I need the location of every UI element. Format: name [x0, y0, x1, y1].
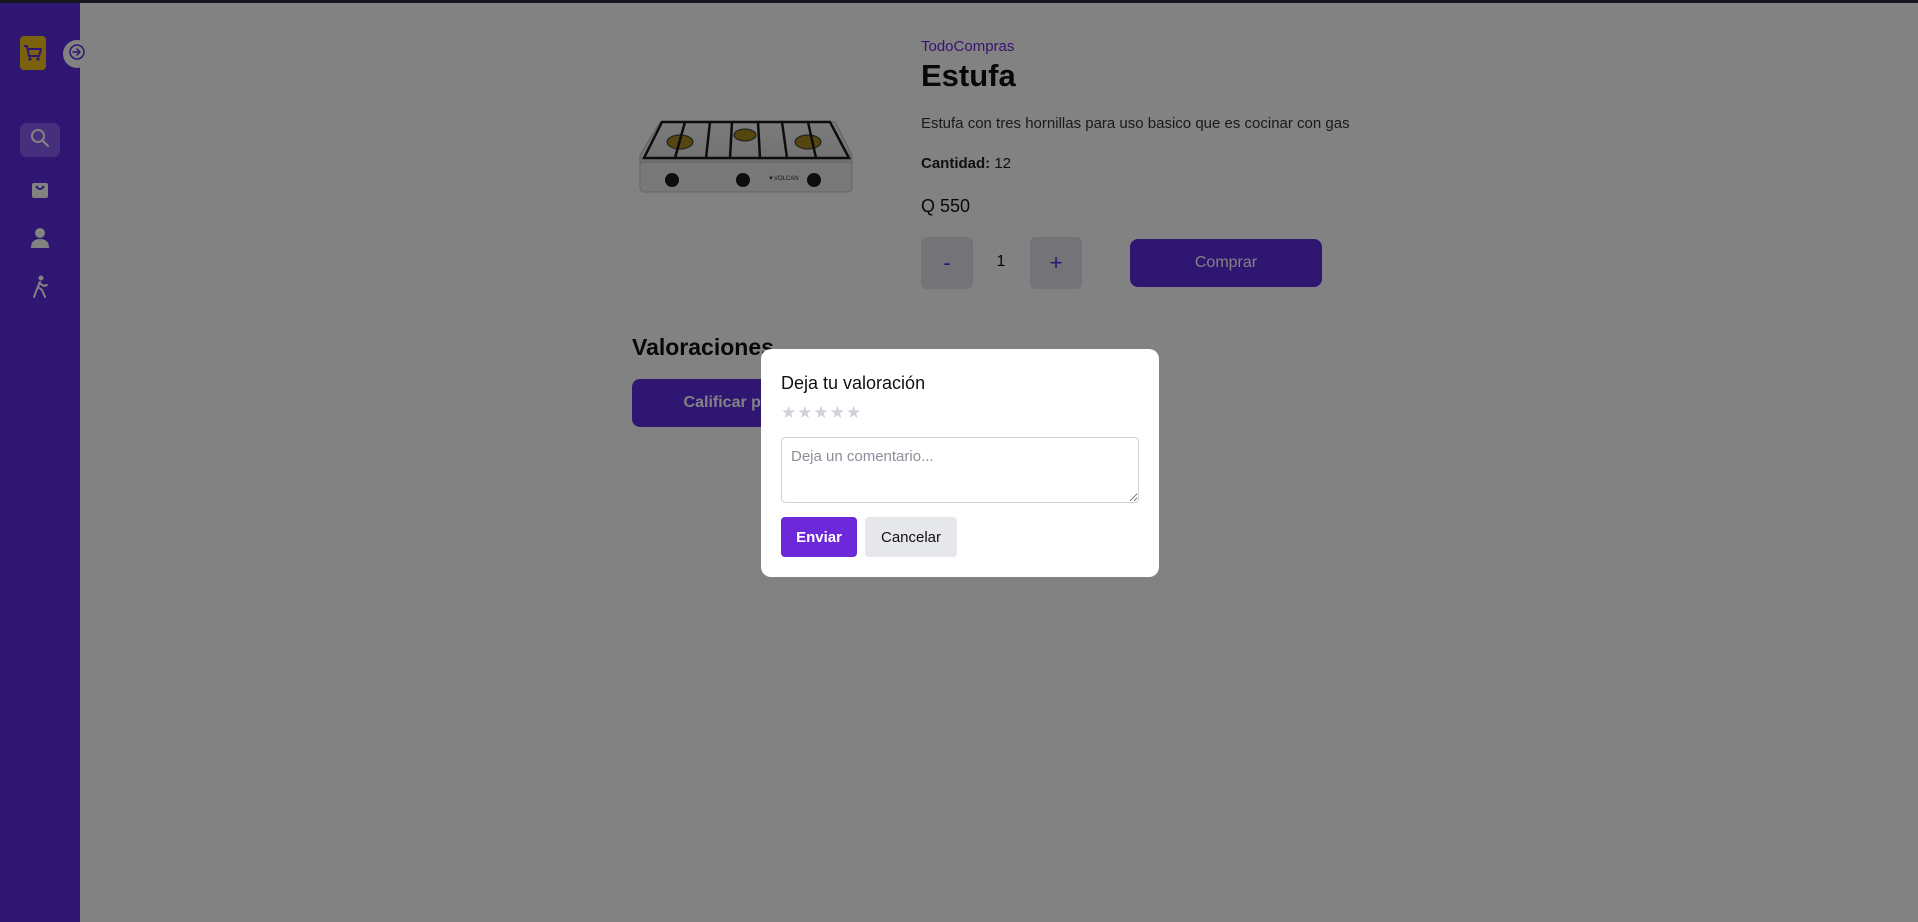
send-button[interactable]: Enviar	[781, 517, 857, 557]
star-rating: ★ ★ ★ ★ ★	[781, 404, 861, 421]
star-icon-2[interactable]: ★	[797, 404, 812, 421]
star-icon-3[interactable]: ★	[814, 404, 829, 421]
star-icon-4[interactable]: ★	[830, 404, 845, 421]
star-icon-1[interactable]: ★	[781, 404, 796, 421]
dialog-title: Deja tu valoración	[781, 373, 926, 393]
rating-dialog: Deja tu valoración ★ ★ ★ ★ ★ Enviar Canc…	[761, 349, 1159, 577]
cancel-button[interactable]: Cancelar	[865, 517, 957, 557]
star-icon-5[interactable]: ★	[846, 404, 861, 421]
comment-input[interactable]	[781, 437, 1139, 503]
